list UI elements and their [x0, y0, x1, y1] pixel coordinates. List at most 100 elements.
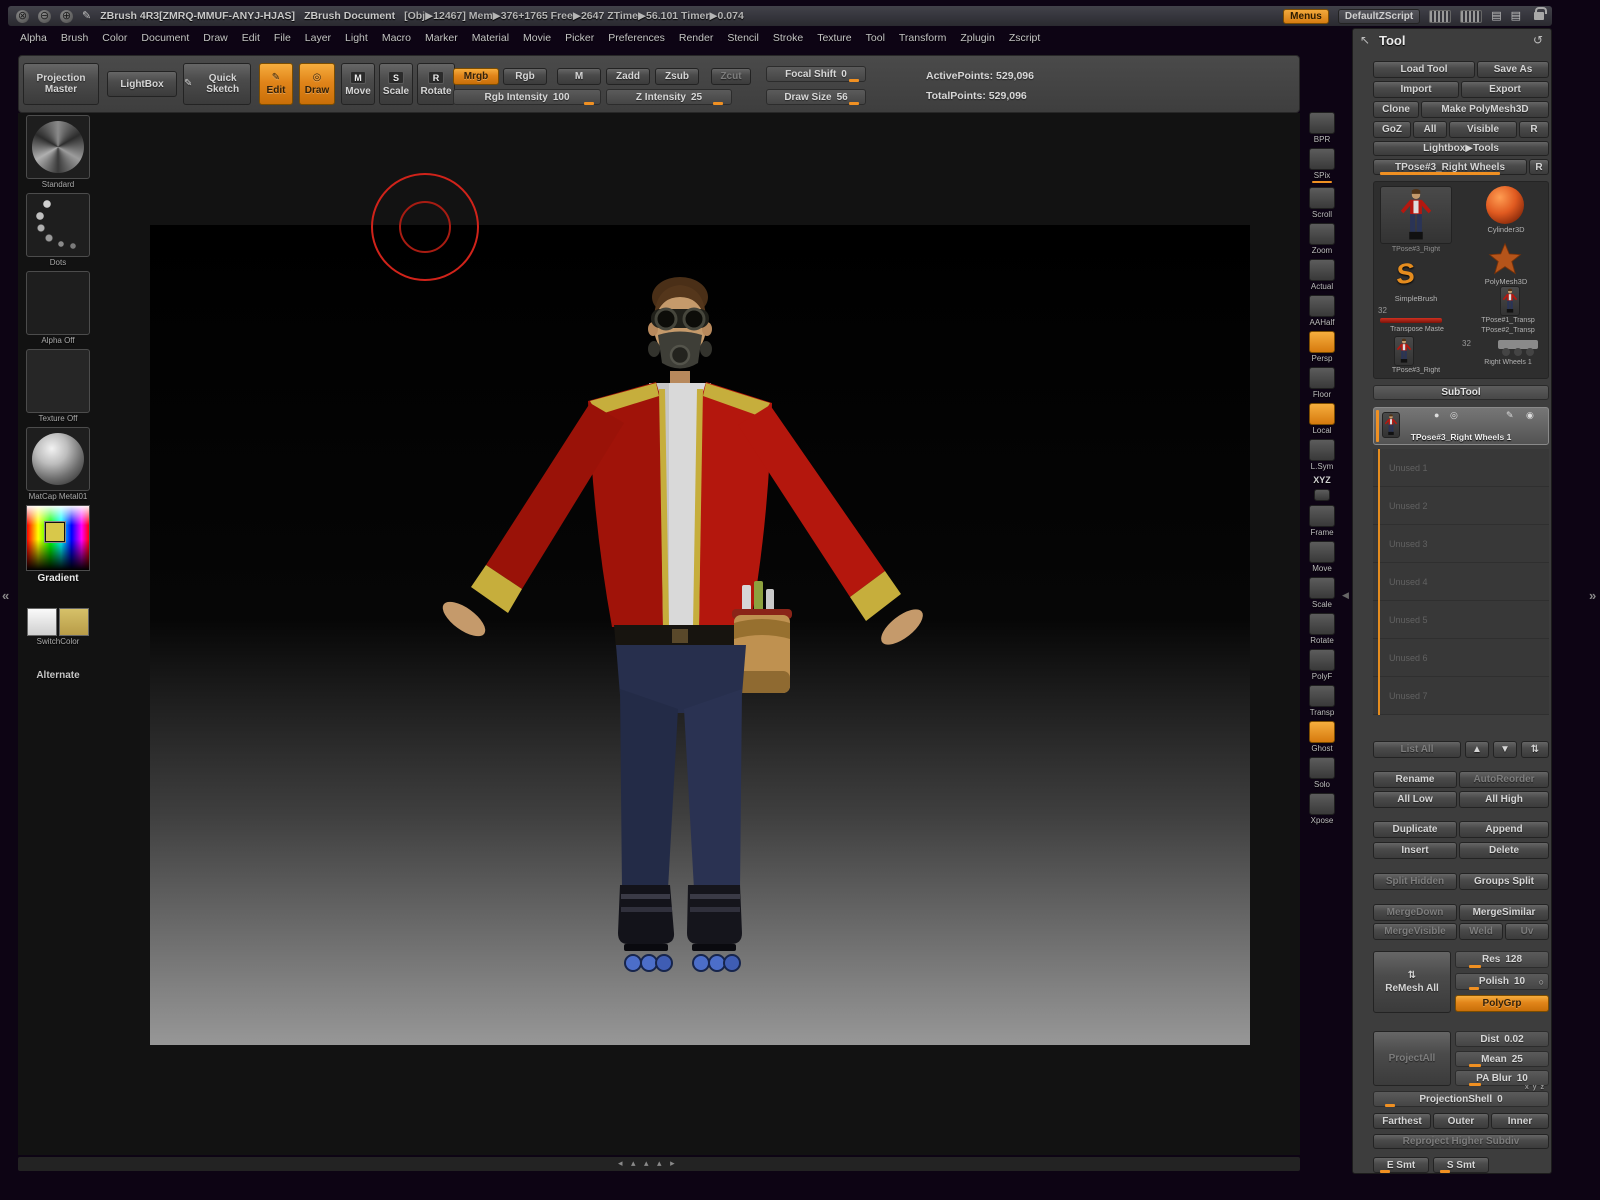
export-button[interactable]: Export: [1461, 81, 1549, 98]
menu-item[interactable]: Brush: [55, 30, 94, 46]
menu-item[interactable]: Zplugin: [954, 30, 1000, 46]
secondary-color-swatch[interactable]: [59, 608, 89, 636]
tool-item-tpose3[interactable]: [1394, 336, 1414, 366]
canvas-scrollbar[interactable]: ◂ ▴ ▴ ▴ ▸: [18, 1157, 1300, 1171]
right-shelf-item[interactable]: SPix: [1302, 148, 1342, 183]
inner-button[interactable]: Inner: [1491, 1113, 1549, 1129]
texture-selector[interactable]: Texture Off: [18, 349, 98, 423]
projection-master-button[interactable]: Projection Master: [23, 63, 99, 105]
goz-visible-button[interactable]: Visible: [1449, 121, 1517, 138]
polish-mode-toggle-icon[interactable]: ○: [1539, 977, 1544, 987]
remesh-all-button[interactable]: ⇅ReMesh All: [1373, 951, 1451, 1013]
maximize-button[interactable]: ⊕: [60, 10, 73, 23]
right-shelf-item[interactable]: Actual: [1302, 259, 1342, 291]
right-shelf-item[interactable]: AAHalf: [1302, 295, 1342, 327]
default-zscript-button[interactable]: DefaultZScript: [1338, 9, 1420, 24]
right-shelf-item[interactable]: L.Sym: [1302, 439, 1342, 471]
save-as-button[interactable]: Save As: [1477, 61, 1549, 78]
menu-item[interactable]: Movie: [517, 30, 557, 46]
merge-down-button[interactable]: MergeDown: [1373, 904, 1457, 921]
rgb-intensity-slider[interactable]: Rgb Intensity100: [453, 89, 601, 105]
right-shelf-item[interactable]: Rotate: [1302, 613, 1342, 645]
uv-button[interactable]: Uv: [1505, 923, 1549, 940]
subtool-updown-button[interactable]: ⇅: [1521, 741, 1549, 758]
subtool-unused-item[interactable]: Unused 6: [1373, 639, 1549, 677]
switch-color[interactable]: SwitchColor: [18, 608, 98, 646]
left-tray-expander[interactable]: «: [2, 588, 9, 603]
polish-slider[interactable]: Polish10○: [1455, 973, 1549, 990]
project-all-button[interactable]: ProjectAll: [1373, 1031, 1451, 1086]
menu-item[interactable]: Stroke: [767, 30, 809, 46]
outer-button[interactable]: Outer: [1433, 1113, 1489, 1129]
subtool-up-button[interactable]: ▲: [1465, 741, 1489, 758]
res-slider[interactable]: Res128: [1455, 951, 1549, 968]
clone-button[interactable]: Clone: [1373, 101, 1419, 118]
menu-item[interactable]: Preferences: [602, 30, 671, 46]
menus-button[interactable]: Menus: [1283, 9, 1329, 24]
right-shelf-item[interactable]: BPR: [1302, 112, 1342, 144]
close-button[interactable]: ⊗: [16, 10, 29, 23]
current-tool-button[interactable]: TPose#3_Right Wheels: [1373, 159, 1527, 175]
right-shelf-item[interactable]: Zoom: [1302, 223, 1342, 255]
menu-item[interactable]: Marker: [419, 30, 464, 46]
menu-item[interactable]: Alpha: [14, 30, 53, 46]
menu-item[interactable]: Render: [673, 30, 719, 46]
right-shelf-item[interactable]: Move: [1302, 541, 1342, 573]
quick-sketch-button[interactable]: ✎Quick Sketch: [183, 63, 251, 105]
right-shelf-item[interactable]: Transp: [1302, 685, 1342, 717]
zadd-button[interactable]: Zadd: [606, 68, 650, 85]
tool-item-polymesh3d[interactable]: [1488, 242, 1522, 276]
load-tool-button[interactable]: Load Tool: [1373, 61, 1475, 78]
e-smt-slider[interactable]: E Smt: [1373, 1157, 1429, 1173]
projection-shell-slider[interactable]: ProjectionShell0x y z: [1373, 1091, 1549, 1107]
goz-button[interactable]: GoZ: [1373, 121, 1411, 138]
paste-document-icon[interactable]: ▤: [1511, 10, 1521, 23]
subtool-unused-item[interactable]: Unused 2: [1373, 487, 1549, 525]
menu-item[interactable]: Material: [466, 30, 515, 46]
make-polymesh3d-button[interactable]: Make PolyMesh3D: [1421, 101, 1549, 118]
scrollbar-triangles-icon[interactable]: ◂ ▴ ▴ ▴ ▸: [618, 1158, 678, 1169]
lightbox-button[interactable]: LightBox: [107, 71, 177, 97]
menu-item[interactable]: Layer: [299, 30, 337, 46]
split-hidden-button[interactable]: Split Hidden: [1373, 873, 1457, 890]
copy-document-icon[interactable]: ▤: [1491, 10, 1501, 23]
right-shelf-item[interactable]: Xpose: [1302, 793, 1342, 825]
delete-button[interactable]: Delete: [1459, 842, 1549, 859]
reload-icon[interactable]: ↺: [1533, 33, 1543, 47]
rotate-button[interactable]: RRotate: [417, 63, 455, 105]
insert-button[interactable]: Insert: [1373, 842, 1457, 859]
lock-icon[interactable]: [1534, 12, 1544, 20]
menu-item[interactable]: Document: [135, 30, 195, 46]
brush-selector[interactable]: Standard: [18, 115, 98, 189]
groups-split-button[interactable]: Groups Split: [1459, 873, 1549, 890]
document-canvas[interactable]: [150, 225, 1250, 1045]
subtool-current-item[interactable]: ● ◎ ✎ ◉ TPose#3_Right Wheels 1: [1373, 407, 1549, 445]
focal-shift-slider[interactable]: Focal Shift0: [766, 66, 866, 82]
menu-item[interactable]: File: [268, 30, 297, 46]
material-selector[interactable]: MatCap Metal01: [18, 427, 98, 501]
menu-item[interactable]: Draw: [197, 30, 234, 46]
edit-pen-icon[interactable]: ✎: [1506, 410, 1514, 421]
s-smt-slider[interactable]: S Smt: [1433, 1157, 1489, 1173]
palette-scroll-right-icon[interactable]: [1460, 10, 1482, 23]
right-tray-divider-arrow[interactable]: ◀: [1342, 590, 1349, 601]
z-intensity-slider[interactable]: Z Intensity25: [606, 89, 732, 105]
menu-item[interactable]: Stencil: [721, 30, 765, 46]
menu-item[interactable]: Transform: [893, 30, 952, 46]
right-shelf-item[interactable]: Scale: [1302, 577, 1342, 609]
zsub-button[interactable]: Zsub: [655, 68, 699, 85]
right-shelf-item[interactable]: Frame: [1302, 505, 1342, 537]
mrgb-button[interactable]: Mrgb: [453, 68, 499, 85]
zbrush-logo-icon[interactable]: ✎: [82, 10, 91, 23]
right-shelf-item[interactable]: Solo: [1302, 757, 1342, 789]
rename-button[interactable]: Rename: [1373, 771, 1457, 788]
menu-item[interactable]: Tool: [860, 30, 891, 46]
goz-r-button[interactable]: R: [1519, 121, 1549, 138]
right-shelf-item[interactable]: Ghost: [1302, 721, 1342, 753]
zcut-button[interactable]: Zcut: [711, 68, 751, 85]
polygrp-button[interactable]: PolyGrp: [1455, 995, 1549, 1012]
shader-icon[interactable]: ◎: [1450, 410, 1458, 421]
tool-item-current[interactable]: [1380, 186, 1452, 244]
stroke-selector[interactable]: Dots: [18, 193, 98, 267]
right-shelf-item[interactable]: Local: [1302, 403, 1342, 435]
